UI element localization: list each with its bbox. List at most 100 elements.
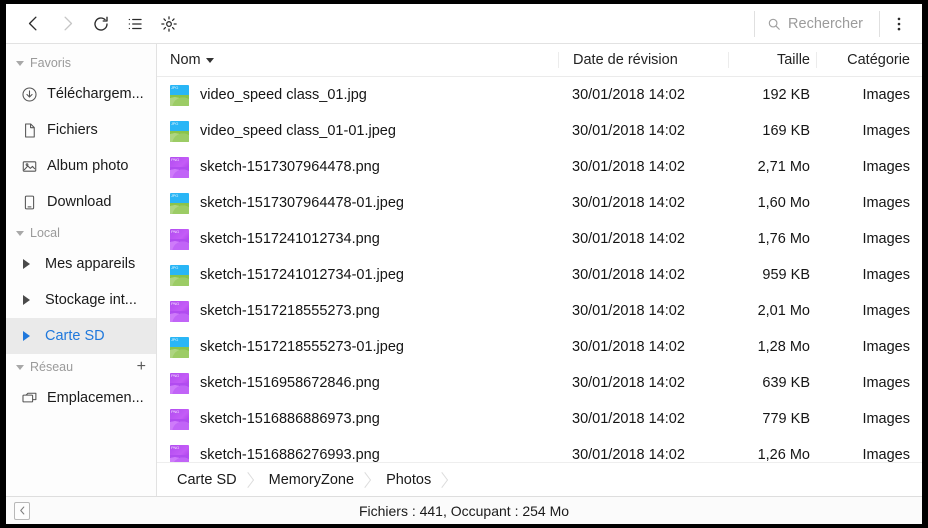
file-list[interactable]: JPG video_speed class_01.jpg 30/01/2018 …: [157, 77, 922, 496]
download-circle-icon: [20, 85, 38, 103]
list-view-button[interactable]: [118, 7, 152, 41]
breadcrumb-item-photos[interactable]: Photos: [376, 463, 453, 497]
column-header-category[interactable]: Catégorie: [816, 52, 914, 68]
collapse-sidebar-button[interactable]: [14, 501, 30, 520]
sidebar-item-album-photo[interactable]: Album photo: [6, 148, 156, 184]
file-category: Images: [862, 447, 910, 463]
breadcrumb-item-carte-sd[interactable]: Carte SD: [167, 463, 259, 497]
column-header-size[interactable]: Taille: [728, 52, 816, 68]
file-date: 30/01/2018 14:02: [572, 411, 685, 427]
refresh-button[interactable]: [84, 7, 118, 41]
chevron-down-icon: [16, 230, 24, 236]
sidebar-item-fichiers[interactable]: Fichiers: [6, 112, 156, 148]
table-row[interactable]: JPG video_speed class_01-01.jpeg 30/01/2…: [157, 113, 922, 149]
column-header-date[interactable]: Date de révision: [558, 52, 728, 68]
file-date: 30/01/2018 14:02: [572, 159, 685, 175]
settings-button[interactable]: [152, 7, 186, 41]
file-date: 30/01/2018 14:02: [572, 87, 685, 103]
forward-button[interactable]: [50, 7, 84, 41]
sidebar-item-label: Album photo: [47, 158, 129, 174]
thumbnail-landscape-shape: [170, 346, 189, 358]
sidebar-item-emplacements[interactable]: Emplacemen...: [6, 380, 156, 416]
file-name: sketch-1516886276993.png: [200, 447, 380, 463]
column-header-category-label: Catégorie: [847, 52, 910, 68]
file-size: 2,01 Mo: [757, 303, 810, 319]
file-icon: [20, 121, 38, 139]
file-category: Images: [862, 87, 910, 103]
sidebar-group-favoris[interactable]: Favoris: [6, 50, 156, 76]
breadcrumb-label: Photos: [386, 471, 432, 488]
file-size: 1,28 Mo: [757, 339, 810, 355]
sidebar-item-label: Download: [47, 194, 112, 210]
breadcrumb-label: Carte SD: [177, 471, 237, 488]
file-size: 192 KB: [762, 87, 810, 103]
chevron-right-icon: [23, 295, 30, 305]
file-name: video_speed class_01-01.jpeg: [200, 123, 396, 139]
gear-icon: [161, 15, 177, 32]
sidebar-item-mes-appareils[interactable]: Mes appareils: [6, 246, 156, 282]
sidebar-item-carte-sd[interactable]: Carte SD: [6, 318, 156, 354]
thumbnail-landscape-shape: [170, 166, 189, 178]
column-headers: Nom Date de révision Taille Catégorie: [157, 44, 922, 77]
status-text: Fichiers : 441, Occupant : 254 Mo: [358, 502, 570, 519]
file-name: sketch-1517241012734.png: [200, 231, 380, 247]
sidebar-item-telechargements[interactable]: Téléchargem...: [6, 76, 156, 112]
table-row[interactable]: JPG sketch-1517307964478-01.jpeg 30/01/2…: [157, 185, 922, 221]
more-vertical-icon: [897, 17, 901, 30]
column-header-date-label: Date de révision: [573, 52, 678, 68]
sidebar-group-label: Réseau: [30, 360, 74, 374]
chevron-right-icon: [23, 259, 30, 269]
file-size: 1,26 Mo: [757, 447, 810, 463]
sidebar-item-download[interactable]: Download: [6, 184, 156, 220]
file-category: Images: [862, 267, 910, 283]
overflow-menu-button[interactable]: [882, 7, 916, 41]
sidebar-group-reseau[interactable]: Réseau +: [6, 354, 156, 380]
table-row[interactable]: JPG sketch-1517218555273-01.jpeg 30/01/2…: [157, 329, 922, 365]
chevron-left-icon: [19, 506, 24, 515]
file-date: 30/01/2018 14:02: [572, 375, 685, 391]
table-row[interactable]: PNG sketch-1516958672846.png 30/01/2018 …: [157, 365, 922, 401]
thumbnail-format-tag: PNG: [171, 228, 180, 234]
table-row[interactable]: PNG sketch-1516886886973.png 30/01/2018 …: [157, 401, 922, 437]
table-row[interactable]: PNG sketch-1517218555273.png 30/01/2018 …: [157, 293, 922, 329]
image-thumbnail-icon: PNG: [170, 156, 189, 178]
thumbnail-landscape-shape: [170, 418, 189, 430]
image-thumbnail-icon: JPG: [170, 264, 189, 286]
window-body: Favoris Téléchargem... Fichiers Album ph…: [6, 44, 922, 496]
search-input[interactable]: Rechercher: [754, 10, 880, 37]
table-row[interactable]: PNG sketch-1517241012734.png 30/01/2018 …: [157, 221, 922, 257]
sidebar-group-local[interactable]: Local: [6, 220, 156, 246]
back-button[interactable]: [16, 7, 50, 41]
file-manager-window: Rechercher Favoris Téléchargem... Fichie…: [6, 4, 922, 524]
thumbnail-landscape-shape: [170, 202, 189, 214]
file-category: Images: [862, 123, 910, 139]
thumbnail-landscape-shape: [170, 274, 189, 286]
file-category: Images: [862, 195, 910, 211]
file-size: 169 KB: [762, 123, 810, 139]
file-name-cell: JPG video_speed class_01.jpg: [170, 84, 558, 106]
table-row[interactable]: JPG sketch-1517241012734-01.jpeg 30/01/2…: [157, 257, 922, 293]
thumbnail-landscape-shape: [170, 130, 189, 142]
thumbnail-landscape-shape: [170, 94, 189, 106]
file-category: Images: [862, 411, 910, 427]
image-thumbnail-icon: PNG: [170, 408, 189, 430]
image-thumbnail-icon: PNG: [170, 300, 189, 322]
file-date: 30/01/2018 14:02: [572, 123, 685, 139]
file-size: 2,71 Mo: [757, 159, 810, 175]
file-name-cell: JPG sketch-1517241012734-01.jpeg: [170, 264, 558, 286]
add-network-location-button[interactable]: +: [137, 359, 146, 375]
sidebar-item-stockage-interne[interactable]: Stockage int...: [6, 282, 156, 318]
breadcrumb-item-memoryzone[interactable]: MemoryZone: [259, 463, 376, 497]
search-icon: [768, 18, 780, 30]
file-name-cell: JPG sketch-1517218555273-01.jpeg: [170, 336, 558, 358]
file-name-cell: JPG video_speed class_01-01.jpeg: [170, 120, 558, 142]
file-size: 1,60 Mo: [757, 195, 810, 211]
thumbnail-landscape-shape: [170, 382, 189, 394]
column-header-name[interactable]: Nom: [170, 52, 558, 68]
table-row[interactable]: PNG sketch-1517307964478.png 30/01/2018 …: [157, 149, 922, 185]
file-name-cell: PNG sketch-1517241012734.png: [170, 228, 558, 250]
back-arrow-icon: [28, 16, 37, 31]
sidebar-group-label: Favoris: [30, 56, 71, 70]
table-row[interactable]: JPG video_speed class_01.jpg 30/01/2018 …: [157, 77, 922, 113]
thumbnail-format-tag: JPG: [171, 120, 179, 126]
